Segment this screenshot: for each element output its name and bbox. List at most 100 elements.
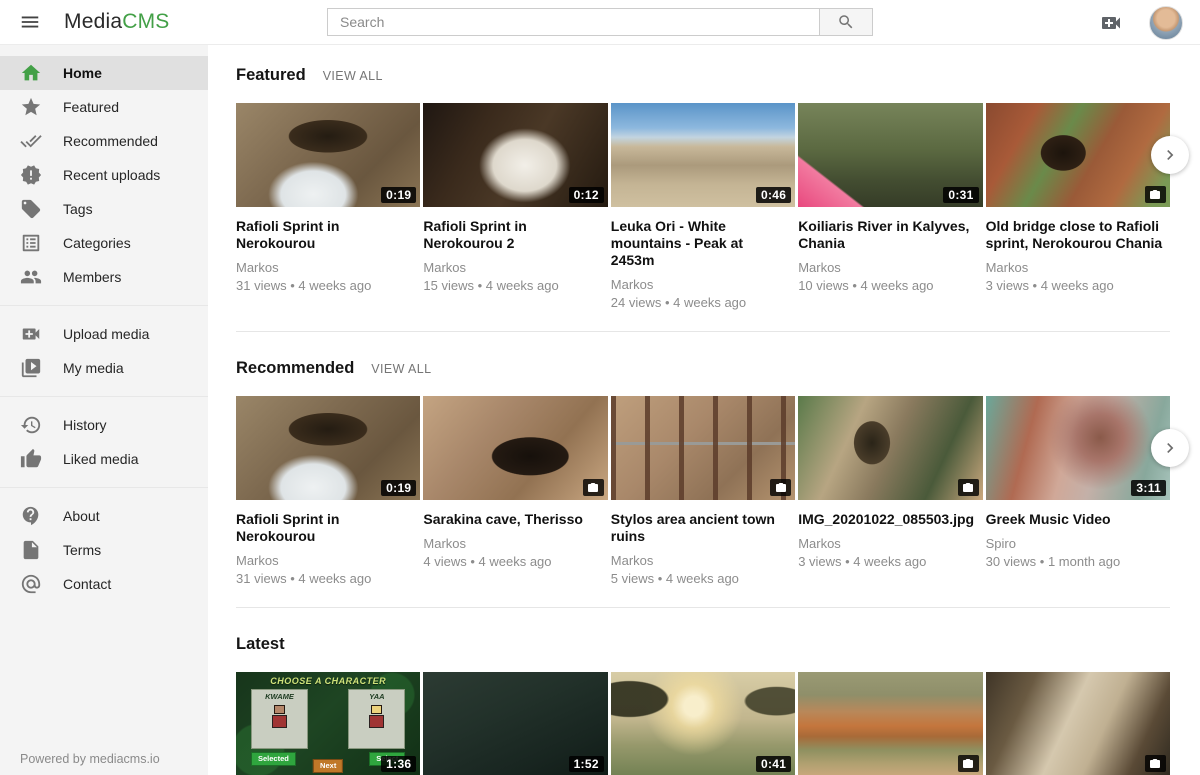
sidebar-item-home[interactable]: Home	[0, 56, 208, 90]
media-author[interactable]: Spiro	[986, 536, 1170, 551]
media-title[interactable]: IMG_20201022_085503.jpg	[798, 511, 982, 528]
media-author[interactable]: Markos	[236, 260, 420, 275]
media-author[interactable]: Markos	[798, 536, 982, 551]
media-thumbnail[interactable]: 0:31	[798, 103, 982, 207]
media-card[interactable]: 3:11 Greek Music Video Spiro 30 views • …	[986, 396, 1170, 586]
media-card[interactable]: 0:19 Rafioli Sprint in Nerokourou Markos…	[236, 103, 420, 310]
media-thumbnail[interactable]	[798, 672, 982, 775]
sidebar-item-upload-media[interactable]: Upload media	[0, 317, 208, 351]
media-title[interactable]: Stylos area ancient town ruins	[611, 511, 795, 545]
media-card[interactable]: IMG_20201023_104106.jpg Markos 4 views •…	[798, 672, 982, 775]
menu-icon[interactable]	[19, 11, 41, 33]
media-author[interactable]: Markos	[798, 260, 982, 275]
media-thumbnail[interactable]: 0:19	[236, 396, 420, 500]
game-character-name: KWAME	[252, 692, 307, 701]
media-author[interactable]: Markos	[611, 277, 795, 292]
new-releases-icon	[20, 164, 42, 186]
media-card[interactable]: 0:19 Rafioli Sprint in Nerokourou Markos…	[236, 396, 420, 586]
carousel-next-button[interactable]	[1151, 136, 1189, 174]
media-title[interactable]: Sarakina cave, Therisso	[423, 511, 607, 528]
media-thumbnail[interactable]: 3:11	[986, 396, 1170, 500]
media-card[interactable]: 1:52 Avatar Aang Dickson Jr. 12 views • …	[423, 672, 607, 775]
media-title[interactable]: Rafioli Sprint in Nerokourou	[236, 218, 420, 252]
duration-badge: 0:12	[569, 187, 604, 203]
media-thumbnail[interactable]	[986, 103, 1170, 207]
game-button: Selected	[251, 752, 296, 766]
cards-carousel: 0:19 Rafioli Sprint in Nerokourou Markos…	[236, 103, 1170, 310]
media-thumbnail[interactable]	[611, 396, 795, 500]
media-title[interactable]: Rafioli Sprint in Nerokourou 2	[423, 218, 607, 252]
media-card[interactable]: Stylos area ancient town ruins Markos 5 …	[611, 396, 795, 586]
duration-badge: 0:46	[756, 187, 791, 203]
media-card[interactable]: IMG_20201022_085503.jpg Markos 3 views •…	[798, 396, 982, 586]
media-meta: 24 views • 4 weeks ago	[611, 295, 795, 310]
media-author[interactable]: Markos	[423, 536, 607, 551]
section-title: Latest	[236, 635, 285, 654]
carousel-next-button[interactable]	[1151, 429, 1189, 467]
sidebar-item-terms[interactable]: Terms	[0, 533, 208, 567]
cards-carousel: 0:19 Rafioli Sprint in Nerokourou Markos…	[236, 396, 1170, 586]
media-title[interactable]: Old bridge close to Rafioli sprint, Nero…	[986, 218, 1170, 252]
media-author[interactable]: Markos	[986, 260, 1170, 275]
history-icon	[20, 414, 42, 436]
media-card[interactable]: Sarakina cave, Therisso Markos 4 views •…	[423, 396, 607, 586]
powered-by-text[interactable]: Powered by mediacms.io	[20, 752, 160, 766]
sidebar-item-recommended[interactable]: Recommended	[0, 124, 208, 158]
view-all-link[interactable]: VIEW ALL	[371, 362, 431, 376]
media-thumbnail[interactable]: CHOOSE A CHARACTERKWAMESelectedYAASelect…	[236, 672, 420, 775]
game-character-name: YAA	[349, 692, 404, 701]
media-thumbnail[interactable]: 0:46	[611, 103, 795, 207]
sidebar-item-label: Categories	[63, 235, 131, 251]
sidebar-item-members[interactable]: Members	[0, 260, 208, 294]
sidebar-item-tags[interactable]: Tags	[0, 192, 208, 226]
camera-icon	[958, 755, 979, 772]
media-thumbnail[interactable]: 0:12	[423, 103, 607, 207]
main-content: Featured VIEW ALL 0:19 Rafioli Sprint in…	[208, 45, 1200, 775]
sidebar-item-label: Upload media	[63, 326, 149, 342]
sidebar-item-history[interactable]: History	[0, 408, 208, 442]
media-title[interactable]: Koiliaris River in Kalyves, Chania	[798, 218, 982, 252]
view-all-link[interactable]: VIEW ALL	[323, 69, 383, 83]
camera-icon	[1145, 186, 1166, 203]
user-avatar[interactable]	[1149, 6, 1183, 40]
media-title[interactable]: Leuka Ori - White mountains - Peak at 24…	[611, 218, 795, 269]
media-meta: 30 views • 1 month ago	[986, 554, 1170, 569]
media-thumbnail[interactable]	[798, 396, 982, 500]
media-title[interactable]: Rafioli Sprint in Nerokourou	[236, 511, 420, 545]
media-title[interactable]: Greek Music Video	[986, 511, 1170, 528]
mediacms-logo[interactable]: MediaCMS	[64, 10, 169, 34]
media-card[interactable]: 0:31 Koiliaris River in Kalyves, Chania …	[798, 103, 982, 310]
sidebar-item-my-media[interactable]: My media	[0, 351, 208, 385]
media-card[interactable]: CHOOSE A CHARACTERKWAMESelectedYAASelect…	[236, 672, 420, 775]
sidebar-item-recent-uploads[interactable]: Recent uploads	[0, 158, 208, 192]
media-card[interactable]: IMG_20201023_101211.jpg Markos 4 views •…	[986, 672, 1170, 775]
media-author[interactable]: Markos	[423, 260, 607, 275]
media-thumbnail[interactable]	[986, 672, 1170, 775]
duration-badge: 0:19	[381, 187, 416, 203]
section-title: Featured	[236, 66, 306, 85]
sidebar-item-categories[interactable]: Categories	[0, 226, 208, 260]
logo-text-cms: CMS	[122, 10, 169, 33]
cards-carousel: CHOOSE A CHARACTERKWAMESelectedYAASelect…	[236, 672, 1170, 775]
media-card[interactable]: 0:41 Forest - 49981.mp4 test 17 views • …	[611, 672, 795, 775]
search-button[interactable]	[819, 8, 873, 36]
sidebar-item-label: Home	[63, 65, 102, 81]
media-thumbnail[interactable]	[423, 396, 607, 500]
upload-video-icon[interactable]	[1099, 11, 1123, 35]
media-card[interactable]: 0:12 Rafioli Sprint in Nerokourou 2 Mark…	[423, 103, 607, 310]
search-input[interactable]	[327, 8, 819, 36]
sidebar-item-liked-media[interactable]: Liked media	[0, 442, 208, 476]
cards-row: 0:19 Rafioli Sprint in Nerokourou Markos…	[236, 396, 1170, 586]
media-thumbnail[interactable]: 0:41	[611, 672, 795, 775]
sidebar-item-contact[interactable]: Contact	[0, 567, 208, 601]
media-card[interactable]: Old bridge close to Rafioli sprint, Nero…	[986, 103, 1170, 310]
media-thumbnail[interactable]: 0:19	[236, 103, 420, 207]
sidebar-item-featured[interactable]: Featured	[0, 90, 208, 124]
media-thumbnail[interactable]: 1:52	[423, 672, 607, 775]
sidebar-item-about[interactable]: About	[0, 499, 208, 533]
media-meta: 4 views • 4 weeks ago	[423, 554, 607, 569]
media-author[interactable]: Markos	[611, 553, 795, 568]
media-author[interactable]: Markos	[236, 553, 420, 568]
media-meta: 31 views • 4 weeks ago	[236, 278, 420, 293]
media-card[interactable]: 0:46 Leuka Ori - White mountains - Peak …	[611, 103, 795, 310]
